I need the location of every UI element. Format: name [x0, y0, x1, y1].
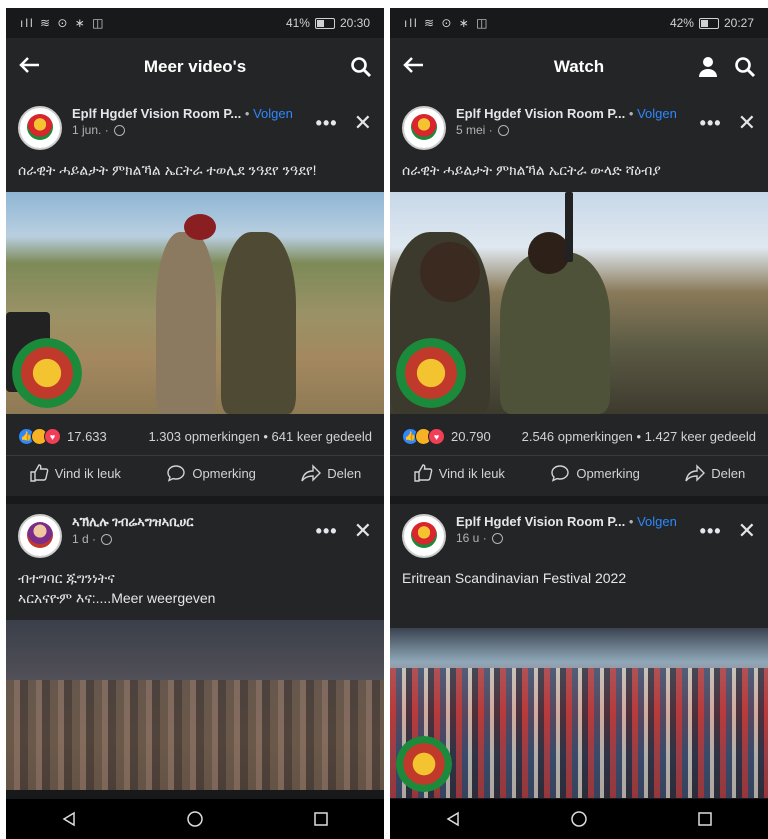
share-label: Delen: [327, 465, 362, 481]
avatar[interactable]: [18, 514, 62, 558]
page-title: Meer video's: [143, 57, 247, 76]
share-icon: [685, 464, 706, 482]
comments-shares-count[interactable]: 2.546 opmerkingen • 1.427 keer gedeeld: [522, 429, 756, 444]
comment-icon: [167, 465, 186, 482]
share-icon: [301, 464, 322, 482]
more-icon[interactable]: •••: [700, 113, 722, 134]
post-author[interactable]: Eplf Hgdef Vision Room P...: [456, 514, 625, 529]
reaction-count[interactable]: 17.633: [67, 429, 107, 444]
clock: 20:27: [723, 16, 754, 30]
recents-square-icon[interactable]: [685, 811, 725, 827]
globe-icon: [114, 125, 126, 137]
follow-button[interactable]: Volgen: [253, 106, 293, 121]
love-reaction-icon: ♥: [44, 428, 61, 445]
back-arrow-icon[interactable]: [18, 53, 48, 81]
share-label: Delen: [711, 465, 746, 481]
video-post: Eplf Hgdef Vision Room P... • Volgen 1 j…: [6, 96, 384, 496]
comment-label: Opmerking: [192, 465, 256, 481]
comment-button[interactable]: Opmerking: [166, 464, 256, 482]
search-icon[interactable]: [734, 56, 756, 78]
post-text-see-more[interactable]: ኣርአናዮም እና:....Meer weergeven: [18, 588, 372, 608]
status-bar: ıll ≋ ⊙ ∗ ◫ 42% 20:27: [390, 8, 768, 38]
channel-logo-overlay: [396, 736, 452, 792]
globe-icon: [101, 534, 113, 546]
battery-icon: [698, 17, 719, 29]
top-nav-bar: Meer video's: [6, 38, 384, 96]
status-icons: ıll ≋ ⊙ ∗ ◫: [20, 16, 106, 30]
share-button[interactable]: Delen: [301, 464, 361, 482]
post-text: Eritrean Scandinavian Festival 2022: [402, 570, 627, 586]
post-time[interactable]: 1 jun.: [72, 123, 101, 137]
video-player[interactable]: [6, 620, 384, 790]
close-icon[interactable]: ✕: [354, 518, 372, 544]
like-icon: [413, 464, 433, 482]
phone-screen-right: ıll ≋ ⊙ ∗ ◫ 42% 20:27 Watch Eplf Hgdef V…: [390, 8, 768, 839]
post-text: ሰራዊት ሓይልታት ምክልኻል ኤርትራ ተወሊደ ንዓደየ ንዓደየ!: [18, 162, 317, 178]
comments-shares-count[interactable]: 1.303 opmerkingen • 641 keer gedeeld: [148, 429, 372, 444]
recents-square-icon[interactable]: [301, 811, 341, 827]
reaction-icons[interactable]: 👍 ♥: [18, 428, 61, 445]
post-author[interactable]: Eplf Hgdef Vision Room P...: [456, 106, 625, 121]
back-arrow-icon[interactable]: [402, 53, 432, 81]
home-circle-icon[interactable]: [559, 810, 599, 828]
more-icon[interactable]: •••: [316, 113, 338, 134]
close-icon[interactable]: ✕: [738, 518, 756, 544]
share-button[interactable]: Delen: [685, 464, 745, 482]
like-label: Vind ik leuk: [438, 465, 505, 481]
close-icon[interactable]: ✕: [738, 110, 756, 136]
avatar[interactable]: [18, 106, 62, 150]
search-icon[interactable]: [350, 56, 372, 78]
system-nav-bar: [390, 799, 768, 839]
system-nav-bar: [6, 799, 384, 839]
video-post: ኣኽሊሉ ገብሬኣግዝኣቢሀር 1 d · ••• ✕ ብተግባር ጁግንነትና…: [6, 504, 384, 790]
avatar[interactable]: [402, 106, 446, 150]
like-label: Vind ik leuk: [54, 465, 121, 481]
status-bar: ıll ≋ ⊙ ∗ ◫ 41% 20:30: [6, 8, 384, 38]
back-triangle-icon[interactable]: [49, 811, 89, 827]
battery-percent: 41%: [285, 16, 310, 30]
post-time[interactable]: 1 d: [72, 532, 89, 546]
avatar[interactable]: [402, 514, 446, 558]
like-button[interactable]: Vind ik leuk: [29, 464, 121, 482]
post-text: ሰራዊት ሓይልታት ምክልኻል ኤርትራ ውላድ ሻዕብያ: [402, 162, 661, 178]
post-text-line: ብተግባር ጁግንነትና: [18, 570, 115, 586]
top-nav-bar: Watch: [390, 38, 768, 96]
love-reaction-icon: ♥: [428, 428, 445, 445]
video-player[interactable]: [390, 628, 768, 798]
follow-button[interactable]: Volgen: [637, 514, 677, 529]
like-icon: [29, 464, 49, 482]
globe-icon: [492, 533, 504, 545]
post-author[interactable]: ኣኽሊሉ ገብሬኣግዝኣቢሀር: [72, 514, 193, 529]
clock: 20:30: [339, 16, 370, 30]
reaction-count[interactable]: 20.790: [451, 429, 491, 444]
video-post: Eplf Hgdef Vision Room P... • Volgen 16 …: [390, 504, 768, 798]
follow-button[interactable]: Volgen: [637, 106, 677, 121]
comment-button[interactable]: Opmerking: [550, 464, 640, 482]
home-circle-icon[interactable]: [175, 810, 215, 828]
video-post: Eplf Hgdef Vision Room P... • Volgen 5 m…: [390, 96, 768, 496]
like-button[interactable]: Vind ik leuk: [413, 464, 505, 482]
more-icon[interactable]: •••: [316, 521, 338, 542]
profile-icon[interactable]: [698, 56, 718, 78]
comment-icon: [551, 465, 570, 482]
globe-icon: [498, 125, 510, 137]
channel-logo-overlay: [12, 338, 82, 408]
post-time[interactable]: 5 mei: [456, 123, 485, 137]
more-icon[interactable]: •••: [700, 521, 722, 542]
post-author[interactable]: Eplf Hgdef Vision Room P...: [72, 106, 241, 121]
video-player[interactable]: [6, 192, 384, 414]
reaction-icons[interactable]: 👍 ♥: [402, 428, 445, 445]
phone-screen-left: ıll ≋ ⊙ ∗ ◫ 41% 20:30 Meer video's Eplf …: [6, 8, 384, 839]
channel-logo-overlay: [396, 338, 466, 408]
back-triangle-icon[interactable]: [433, 811, 473, 827]
post-time[interactable]: 16 u: [456, 531, 479, 545]
video-player[interactable]: [390, 192, 768, 414]
status-icons: ıll ≋ ⊙ ∗ ◫: [404, 16, 490, 30]
battery-icon: [314, 17, 335, 29]
comment-label: Opmerking: [576, 465, 640, 481]
battery-percent: 42%: [669, 16, 694, 30]
close-icon[interactable]: ✕: [354, 110, 372, 136]
